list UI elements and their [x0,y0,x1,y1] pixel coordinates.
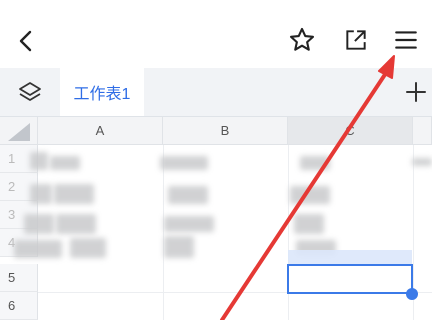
redacted-cell [56,214,96,234]
row-header-5[interactable]: 5 [0,264,38,292]
redacted-cell [14,240,62,258]
tab-sheet1[interactable]: 工作表1 [60,68,144,116]
plus-icon [406,82,426,102]
redacted-cell [412,158,432,166]
menu-button[interactable] [388,22,424,58]
favorite-button[interactable] [284,22,320,58]
redacted-cell [300,156,330,170]
layers-icon [19,82,41,101]
selected-cell[interactable] [287,264,413,294]
menu-icon [395,31,417,49]
back-button[interactable] [10,24,42,58]
column-header-b[interactable]: B [163,117,288,145]
sheet-list-button[interactable] [10,76,50,108]
back-icon [19,30,32,52]
column-header-c[interactable]: C [288,117,413,145]
redacted-cell [30,184,52,204]
share-icon [346,30,366,50]
sheet-tab-bar: 工作表1 [0,68,432,117]
column-header-d[interactable] [413,117,432,145]
redacted-cell [168,186,208,204]
column-header-a[interactable]: A [38,117,163,145]
redacted-cell [164,216,214,232]
fill-handle[interactable] [406,288,418,300]
add-sheet-button[interactable] [400,74,432,110]
redacted-cell [54,184,94,204]
redacted-cell [70,238,106,258]
corner-triangle-icon [8,123,30,141]
select-all-corner[interactable] [0,117,38,145]
redacted-cell [30,152,48,170]
redacted-cell [290,186,330,204]
grid-line [163,145,164,320]
top-bar [0,0,432,68]
share-button[interactable] [338,22,374,58]
redacted-cell [164,236,194,258]
redacted-cell [24,214,54,234]
redacted-cell [294,214,324,234]
star-icon [289,27,315,51]
redacted-cell [50,156,80,170]
redacted-cell [160,156,208,170]
tab-label: 工作表1 [73,86,131,103]
row-header-6[interactable]: 6 [0,292,38,320]
